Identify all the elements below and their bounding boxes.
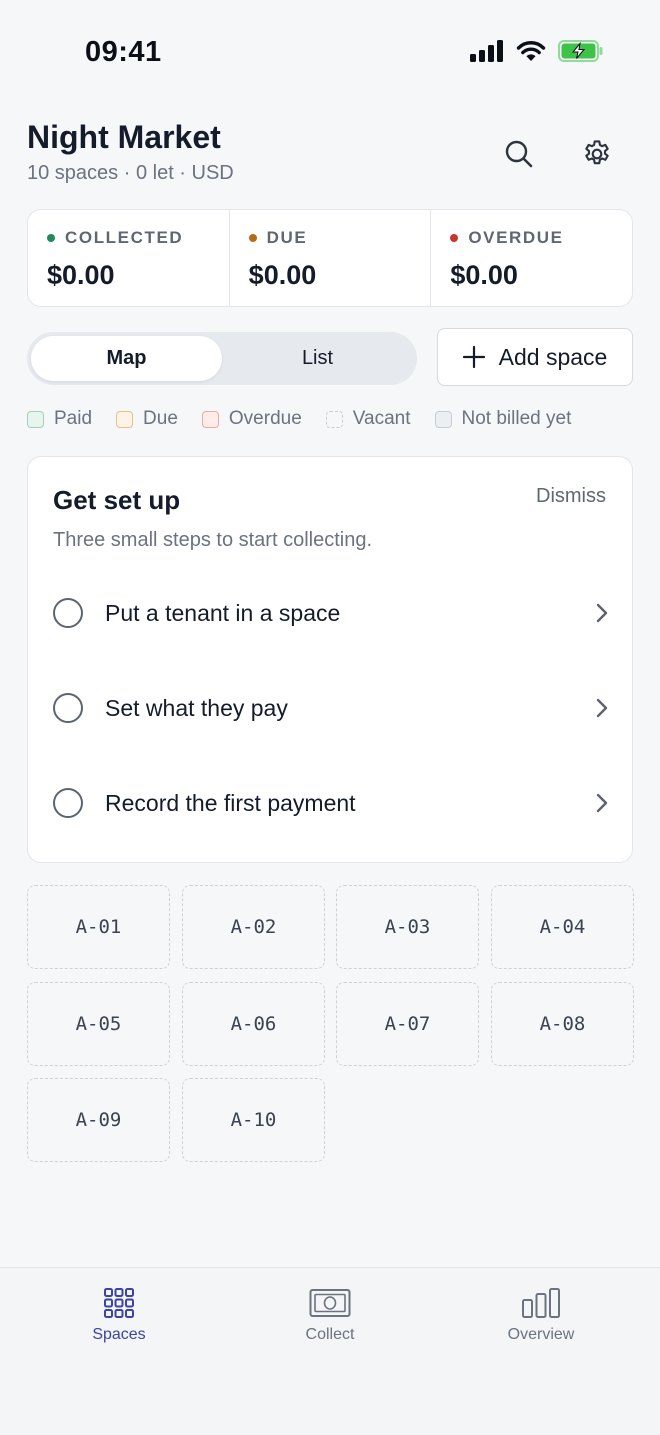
legend-swatch: [434, 410, 452, 428]
legend-not-billed: Not billed yet: [434, 408, 572, 430]
tab-overview[interactable]: Overview: [481, 1286, 601, 1344]
setup-step-label: Put a tenant in a space: [105, 599, 341, 626]
summary-label: COLLECTED: [65, 228, 184, 247]
tab-list[interactable]: List: [222, 336, 413, 381]
space-tile[interactable]: A-08: [491, 982, 634, 1066]
tab-label: Overview: [507, 1326, 575, 1343]
page-title: Night Market: [27, 119, 221, 155]
summary-label: DUE: [266, 228, 308, 247]
bottom-tab-bar: Spaces Collect Overview: [0, 1267, 660, 1435]
battery-charging-icon: [558, 40, 603, 62]
plus-icon: [462, 346, 485, 368]
setup-step-pay[interactable]: Set what they pay: [53, 678, 609, 738]
cellular-signal-icon: [470, 40, 503, 62]
space-tile[interactable]: A-07: [336, 982, 479, 1066]
tab-label: Spaces: [92, 1326, 146, 1343]
status-legend: Paid Due Overdue Vacant Not billed yet: [27, 408, 595, 430]
setup-step-tenant[interactable]: Put a tenant in a space: [53, 583, 609, 643]
status-time: 09:41: [85, 36, 162, 68]
space-tile[interactable]: A-06: [182, 982, 325, 1066]
status-bar: 09:41: [0, 0, 660, 100]
add-space-button[interactable]: Add space: [437, 328, 633, 386]
tab-collect[interactable]: Collect: [270, 1286, 390, 1344]
space-tile[interactable]: A-05: [27, 982, 170, 1066]
legend-label: Not billed yet: [461, 408, 572, 429]
summary-label: OVERDUE: [468, 228, 564, 247]
legend-swatch: [325, 410, 343, 428]
space-tile[interactable]: A-04: [491, 885, 634, 969]
legend-label: Overdue: [228, 408, 302, 429]
wifi-icon: [516, 41, 546, 61]
legend-label: Vacant: [352, 408, 411, 429]
summary-collected: COLLECTED $0.00: [28, 210, 230, 306]
tab-spaces[interactable]: Spaces: [59, 1286, 179, 1344]
legend-vacant: Vacant: [325, 408, 411, 430]
setup-step-payment[interactable]: Record the first payment: [53, 773, 609, 833]
add-space-label: Add space: [498, 343, 608, 370]
setup-subtitle: Three small steps to start collecting.: [53, 529, 373, 551]
settings-button[interactable]: [577, 134, 617, 174]
summary-panel: COLLECTED $0.00 DUE $0.00 OVERDUE $0.00: [27, 209, 633, 307]
chevron-right-icon: [596, 698, 608, 718]
legend-swatch: [27, 410, 44, 428]
legend-overdue: Overdue: [201, 408, 302, 430]
setup-card: Get set up Three small steps to start co…: [27, 456, 633, 863]
search-button[interactable]: [499, 134, 539, 174]
page-subtitle: 10 spaces · 0 let · USD: [27, 162, 234, 184]
view-toggle: Map List: [27, 332, 417, 385]
gear-icon: [585, 140, 609, 165]
tab-label: Collect: [305, 1326, 355, 1343]
cash-icon: [309, 1289, 351, 1317]
setup-step-label: Record the first payment: [105, 789, 356, 816]
legend-label: Paid: [54, 408, 93, 429]
unchecked-circle-icon: [53, 788, 83, 818]
legend-swatch: [201, 410, 219, 428]
legend-due: Due: [116, 408, 178, 430]
chevron-right-icon: [596, 603, 608, 623]
summary-value: $0.00: [47, 260, 115, 290]
space-tile[interactable]: A-01: [27, 885, 170, 969]
grid-icon: [104, 1288, 134, 1318]
setup-step-label: Set what they pay: [105, 694, 288, 721]
legend-paid: Paid: [27, 408, 92, 430]
space-tile[interactable]: A-03: [336, 885, 479, 969]
space-tile[interactable]: A-02: [182, 885, 325, 969]
summary-value: $0.00: [450, 260, 518, 290]
summary-due: DUE $0.00: [230, 210, 432, 306]
search-icon: [505, 140, 533, 168]
legend-swatch: [116, 410, 134, 428]
dismiss-button[interactable]: Dismiss: [536, 485, 606, 508]
status-icons: [470, 40, 604, 62]
unchecked-circle-icon: [53, 598, 83, 628]
legend-label: Due: [143, 408, 178, 429]
summary-value: $0.00: [248, 260, 317, 290]
tab-map[interactable]: Map: [31, 336, 222, 381]
bar-chart-icon: [522, 1288, 560, 1318]
overdue-status-dot: [450, 234, 459, 242]
space-tile[interactable]: A-09: [27, 1078, 170, 1162]
space-tile[interactable]: A-10: [182, 1078, 325, 1162]
summary-overdue: OVERDUE $0.00: [431, 210, 632, 306]
chevron-right-icon: [596, 793, 608, 813]
page-header: Night Market 10 spaces · 0 let · USD: [27, 118, 633, 190]
unchecked-circle-icon: [53, 693, 83, 723]
due-status-dot: [248, 234, 257, 242]
collected-status-dot: [47, 234, 55, 242]
setup-title: Get set up: [53, 485, 181, 515]
